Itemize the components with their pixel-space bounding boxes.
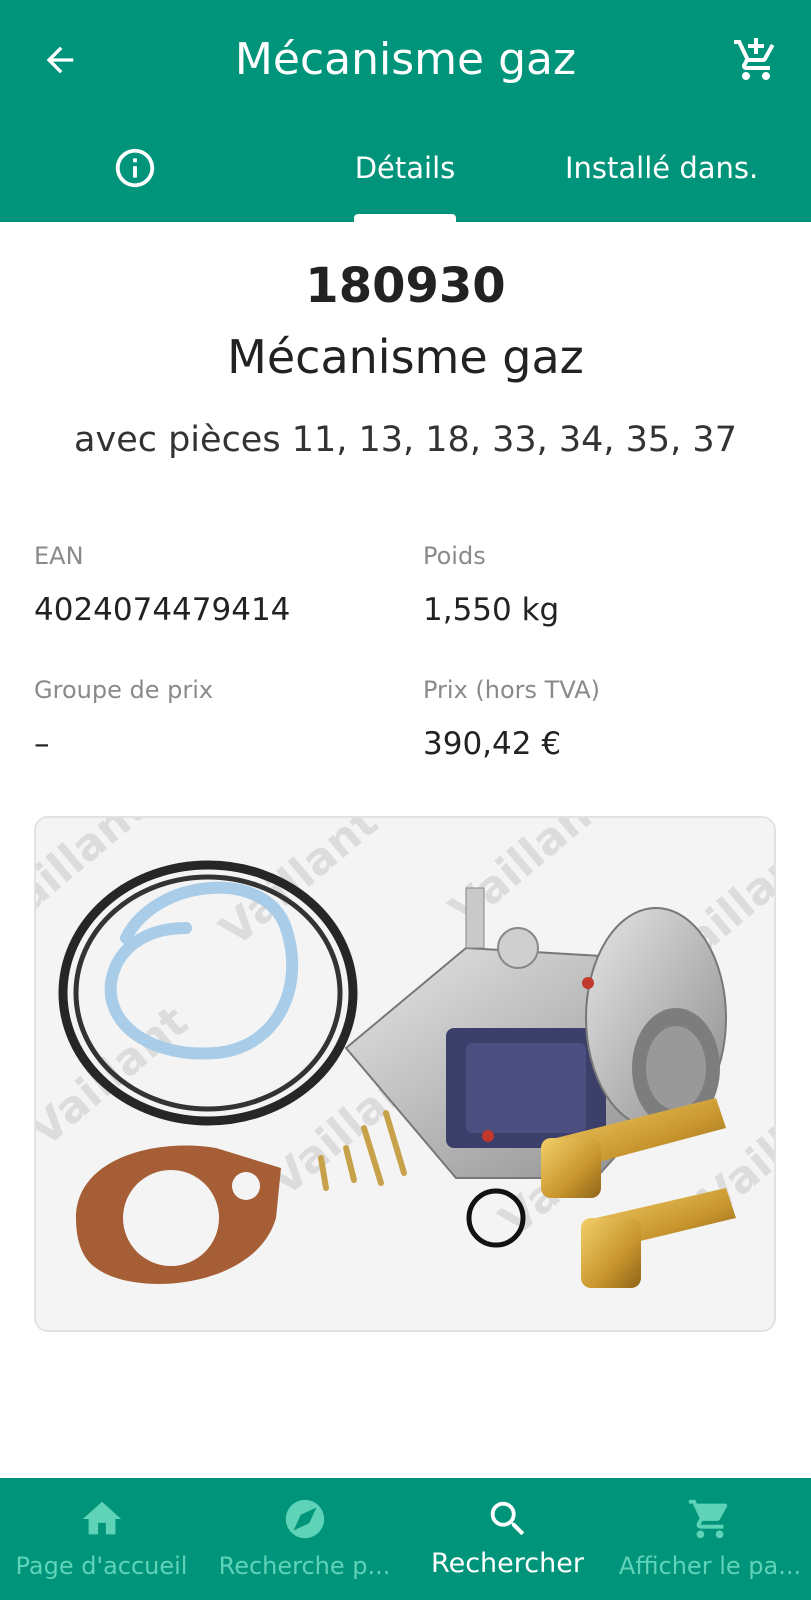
nav-cart[interactable]: Afficher le pa... [609, 1478, 811, 1600]
back-button[interactable] [32, 32, 88, 88]
tab-info[interactable] [100, 140, 170, 196]
add-to-cart-button[interactable] [726, 30, 786, 90]
home-icon [82, 1501, 121, 1535]
part-description: avec pièces 11, 13, 18, 33, 34, 35, 37 [74, 420, 737, 460]
page-title: Mécanisme gaz [234, 34, 577, 85]
ean-label: EAN [34, 542, 84, 570]
weight-label: Poids [423, 542, 486, 570]
tab-installed-in[interactable]: Installé dans. [565, 140, 811, 196]
nav-explore[interactable]: Recherche p... [203, 1478, 406, 1600]
part-number: 180930 [305, 258, 506, 314]
part-name: Mécanisme gaz [227, 330, 584, 384]
nav-search[interactable]: Rechercher [406, 1478, 609, 1600]
nav-explore-label: Recherche p... [218, 1552, 391, 1580]
product-image[interactable]: Vaillant Vaillant Vaillant Vaillant Vail… [34, 816, 776, 1332]
cart-icon [688, 1499, 728, 1539]
price-group-label: Groupe de prix [34, 676, 214, 704]
nav-home[interactable]: Page d'accueil [0, 1478, 203, 1600]
price-group-value: – [34, 726, 50, 762]
price-label: Prix (hors TVA) [423, 676, 600, 704]
search-icon [490, 1501, 524, 1536]
compass-icon [285, 1499, 324, 1539]
price-value: 390,42 € [423, 726, 562, 762]
ean-value: 4024074479414 [34, 592, 291, 628]
nav-cart-label: Afficher le pa... [618, 1552, 802, 1580]
nav-home-label: Page d'accueil [15, 1552, 188, 1580]
cart-add-icon [734, 38, 775, 80]
tab-details[interactable]: Détails [330, 140, 480, 196]
app-bar: Mécanisme gaz Détails Installé dans. [0, 0, 811, 222]
arrow-left-icon [46, 46, 74, 74]
info-icon [115, 148, 155, 188]
weight-value: 1,550 kg [423, 592, 560, 628]
selected-tab-indicator [354, 214, 456, 222]
bottom-navigation: Page d'accueil Recherche p... Rechercher… [0, 1478, 811, 1600]
nav-search-label: Rechercher [431, 1548, 584, 1579]
